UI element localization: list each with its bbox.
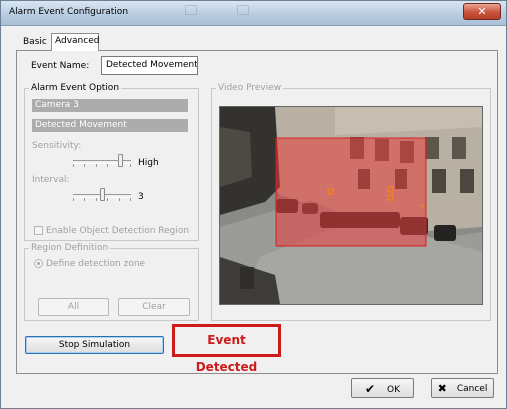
slider-tick xyxy=(96,198,97,201)
event-name-input[interactable]: Detected Movement xyxy=(101,56,198,75)
video-preview[interactable] xyxy=(219,106,483,305)
camera-selector[interactable]: Camera 3 xyxy=(32,99,188,112)
slider-tick xyxy=(130,198,131,201)
ok-button[interactable]: ✔ OK xyxy=(351,378,414,398)
stop-simulation-label: Stop Simulation xyxy=(58,340,131,350)
x-icon: ✖ xyxy=(437,382,447,395)
tab-advanced-label: Advanced xyxy=(55,36,100,46)
alarm-event-configuration-dialog: Alarm Event Configuration ✕ Basic Advanc… xyxy=(0,0,507,409)
tab-basic-label: Basic xyxy=(23,37,47,47)
slider-thumb[interactable] xyxy=(118,154,123,167)
window-title: Alarm Event Configuration xyxy=(9,7,129,17)
interval-value: 3 xyxy=(138,192,144,202)
event-type-selector[interactable]: Detected Movement xyxy=(32,119,188,132)
event-name-label: Event Name: xyxy=(31,61,90,71)
stop-simulation-button[interactable]: Stop Simulation xyxy=(25,336,164,354)
video-preview-legend: Video Preview xyxy=(216,82,284,94)
tab-advanced[interactable]: Advanced xyxy=(51,33,99,51)
slider-tick xyxy=(130,164,131,167)
faded-control-icon xyxy=(185,5,197,15)
alarm-event-option-legend: Alarm Event Option xyxy=(29,82,122,94)
slider-tick xyxy=(84,198,85,201)
all-button-label: All xyxy=(67,302,80,312)
faded-control-icon xyxy=(237,5,249,15)
sensitivity-label: Sensitivity: xyxy=(32,141,82,151)
slider-tick xyxy=(107,164,108,167)
cancel-label: Cancel xyxy=(456,384,488,394)
title-bar[interactable]: Alarm Event Configuration ✕ xyxy=(1,1,506,26)
all-button[interactable]: All xyxy=(38,298,109,316)
slider-tick xyxy=(107,198,108,201)
sensitivity-value: High xyxy=(138,158,159,168)
slider-thumb[interactable] xyxy=(100,188,105,201)
close-icon: ✕ xyxy=(477,5,487,18)
cancel-button[interactable]: ✖ Cancel xyxy=(431,378,494,398)
sensitivity-slider[interactable] xyxy=(73,154,131,168)
ok-label: OK xyxy=(387,385,401,395)
region-definition-legend: Region Definition xyxy=(29,242,111,254)
interval-slider[interactable] xyxy=(73,188,131,202)
checkmark-icon: ✔ xyxy=(364,382,376,396)
define-detection-zone-label: Define detection zone xyxy=(46,259,146,269)
event-detected-text: Event Detected xyxy=(195,333,258,374)
tab-basic[interactable]: Basic xyxy=(19,34,51,50)
close-button[interactable]: ✕ xyxy=(463,3,501,20)
slider-tick xyxy=(73,164,74,167)
slider-tick xyxy=(119,198,120,201)
interval-label: Interval: xyxy=(32,175,70,185)
slider-tick xyxy=(73,198,74,201)
enable-object-detection-checkbox[interactable] xyxy=(34,226,43,235)
define-detection-zone-radio[interactable] xyxy=(34,259,43,268)
street-camera-image xyxy=(220,107,482,304)
event-detected-status: Event Detected xyxy=(172,324,281,374)
clear-button-label: Clear xyxy=(142,302,166,312)
enable-object-detection-label: Enable Object Detection Region xyxy=(46,226,190,236)
clear-button[interactable]: Clear xyxy=(118,298,190,316)
slider-tick xyxy=(96,164,97,167)
slider-tick xyxy=(84,164,85,167)
